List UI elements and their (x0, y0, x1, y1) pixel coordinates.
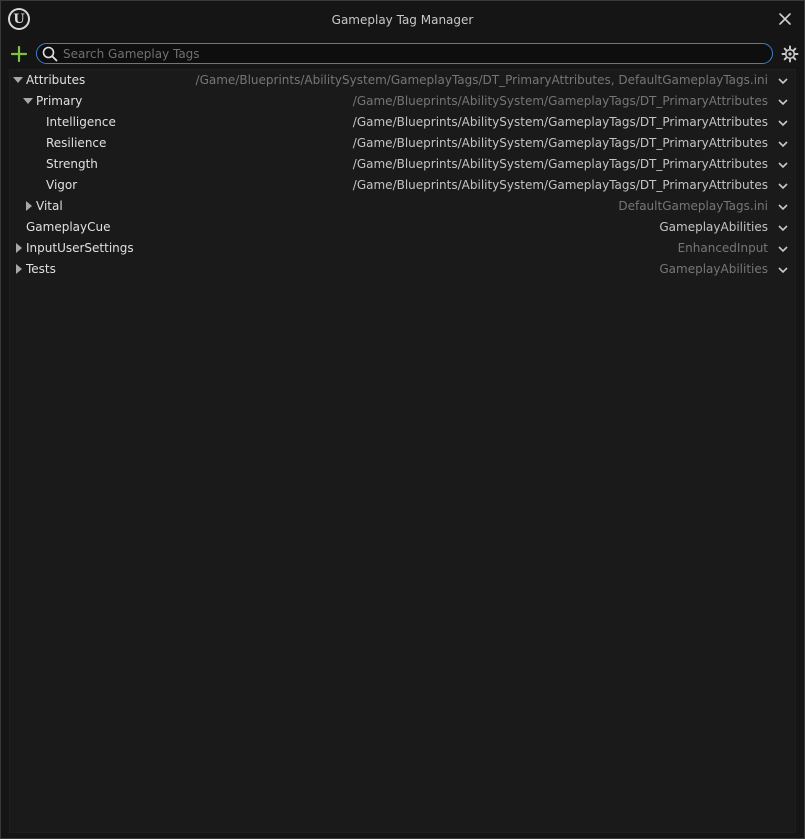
tag-tree: Attributes /Game/Blueprints/AbilitySyste… (9, 69, 796, 833)
search-input[interactable] (63, 44, 764, 63)
tree-row-tests[interactable]: Tests GameplayAbilities (10, 259, 795, 280)
tree-row-attributes[interactable]: Attributes /Game/Blueprints/AbilitySyste… (10, 70, 795, 91)
tag-name: Intelligence (46, 115, 116, 129)
window-title: Gameplay Tag Manager (331, 13, 474, 27)
tag-name: Primary (36, 94, 83, 108)
tag-name: Resilience (46, 136, 107, 150)
tag-source: /Game/Blueprints/AbilitySystem/GameplayT… (352, 136, 768, 150)
add-tag-icon[interactable] (10, 45, 28, 63)
close-icon[interactable] (776, 10, 794, 28)
toolbar (1, 39, 804, 69)
tag-name: InputUserSettings (26, 241, 134, 255)
chevron-down-icon[interactable] (777, 96, 789, 108)
tree-row-intelligence[interactable]: Intelligence /Game/Blueprints/AbilitySys… (10, 112, 795, 133)
search-box[interactable] (36, 43, 773, 64)
title-bar[interactable]: U Gameplay Tag Manager (1, 1, 804, 39)
tag-source: /Game/Blueprints/AbilitySystem/GameplayT… (352, 115, 768, 129)
chevron-down-icon[interactable] (777, 201, 789, 213)
chevron-down-icon[interactable] (777, 222, 789, 234)
tag-name: GameplayCue (26, 220, 111, 234)
search-icon (42, 46, 58, 62)
tag-source: /Game/Blueprints/AbilitySystem/GameplayT… (352, 178, 768, 192)
tag-source: /Game/Blueprints/AbilitySystem/GameplayT… (352, 94, 768, 108)
tag-manager-window: U Gameplay Tag Manager Search Gameplay T… (0, 0, 805, 839)
tag-name: Tests (26, 262, 56, 276)
tree-row-resilience[interactable]: Resilience /Game/Blueprints/AbilitySyste… (10, 133, 795, 154)
tag-source: GameplayAbilities (659, 220, 768, 234)
expanded-arrow-icon[interactable] (13, 75, 23, 85)
tree-row-strength[interactable]: Strength /Game/Blueprints/AbilitySystem/… (10, 154, 795, 175)
chevron-down-icon[interactable] (777, 117, 789, 129)
tag-name: Strength (46, 157, 98, 171)
chevron-down-icon[interactable] (777, 180, 789, 192)
tag-source: /Game/Blueprints/AbilitySystem/GameplayT… (195, 73, 768, 87)
collapsed-arrow-icon[interactable] (24, 201, 34, 211)
tag-source: GameplayAbilities (659, 262, 768, 276)
gear-icon[interactable] (781, 45, 799, 63)
tree-row-primary[interactable]: Primary /Game/Blueprints/AbilitySystem/G… (10, 91, 795, 112)
tree-row-vital[interactable]: Vital DefaultGameplayTags.ini (10, 196, 795, 217)
expanded-arrow-icon[interactable] (23, 96, 33, 106)
chevron-down-icon[interactable] (777, 243, 789, 255)
tag-name: Vital (36, 199, 63, 213)
tree-row-gameplaycue[interactable]: GameplayCue GameplayAbilities (10, 217, 795, 238)
chevron-down-icon[interactable] (777, 159, 789, 171)
tree-row-vigor[interactable]: Vigor /Game/Blueprints/AbilitySystem/Gam… (10, 175, 795, 196)
tag-source: /Game/Blueprints/AbilitySystem/GameplayT… (352, 157, 768, 171)
tag-source: DefaultGameplayTags.ini (618, 199, 768, 213)
tree-row-inputusersettings[interactable]: InputUserSettings EnhancedInput (10, 238, 795, 259)
collapsed-arrow-icon[interactable] (14, 243, 24, 253)
collapsed-arrow-icon[interactable] (14, 264, 24, 274)
chevron-down-icon[interactable] (777, 138, 789, 150)
tag-name: Attributes (26, 73, 86, 87)
chevron-down-icon[interactable] (777, 75, 789, 87)
tag-name: Vigor (46, 178, 78, 192)
tag-source: EnhancedInput (677, 241, 768, 255)
chevron-down-icon[interactable] (777, 264, 789, 276)
